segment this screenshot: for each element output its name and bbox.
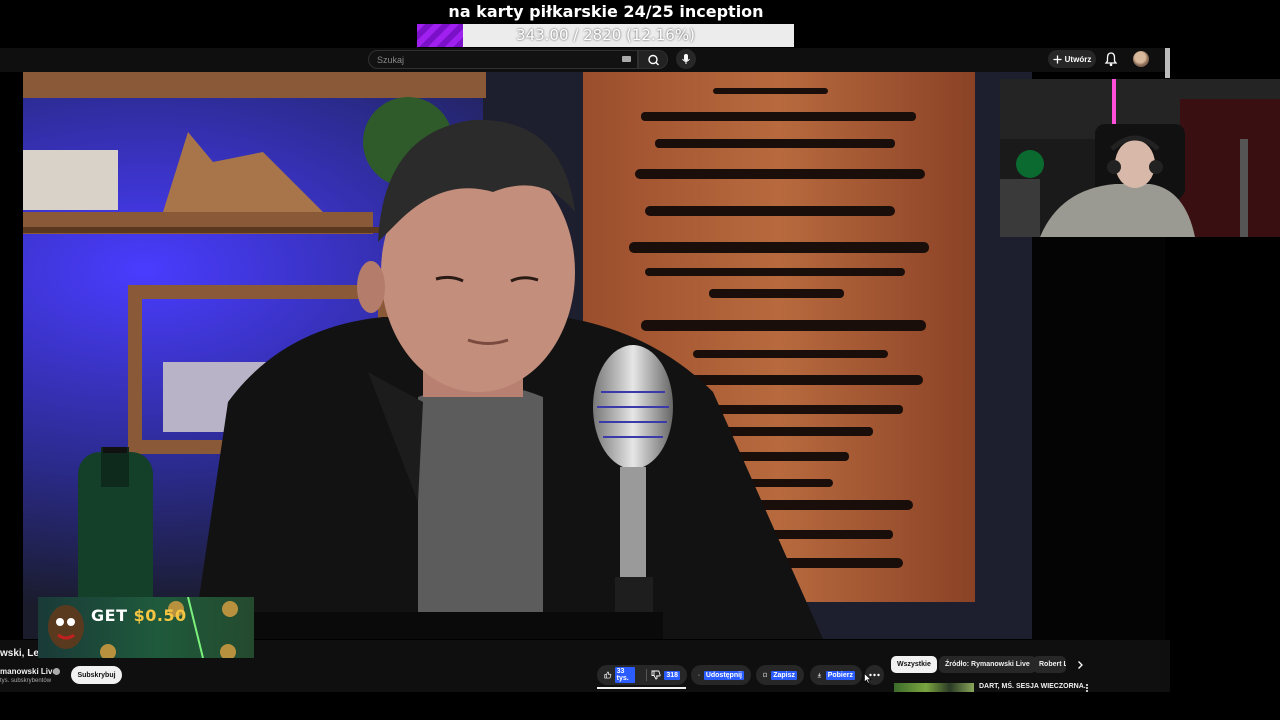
webcam-overlay [1000,79,1280,237]
thumbs-up-icon [604,671,612,679]
dislike-button[interactable]: 318 [651,670,680,680]
search-box[interactable] [368,50,638,69]
channel-name[interactable]: manowski Live [0,667,57,676]
video-player[interactable] [23,72,1032,639]
sidebar-dark-area [1032,237,1165,640]
download-icon [817,672,822,678]
webcam-image [1000,79,1280,237]
verified-badge-icon [53,668,60,675]
bookmark-icon [763,672,767,678]
recommendation-title[interactable]: DART, MŚ. SESJA WIECZORNA. [979,683,1086,690]
chevron-right-icon[interactable] [1074,659,1086,671]
search-input[interactable] [377,54,607,66]
promo-banner: GET $0.50 [38,597,254,658]
search-icon [648,54,659,66]
chip-source[interactable]: Źródło: Rymanowski Live [939,656,1036,673]
download-label: Pobierz [825,670,855,680]
promo-get: GET [91,606,128,625]
dislike-count: 318 [664,670,680,680]
download-button[interactable]: Pobierz [810,665,862,685]
scrollbar[interactable] [1165,48,1170,78]
youtube-topbar [0,48,1170,72]
share-icon [698,674,700,676]
thumbs-down-icon [651,670,661,680]
goal-progress-text: 343.00 / 2820 (12.16%) [516,26,695,44]
chip-all[interactable]: Wszystkie [891,656,937,673]
account-avatar[interactable] [1133,51,1149,67]
share-button[interactable]: Udostępnij [691,665,751,685]
share-label: Udostępnij [703,670,744,680]
like-dislike-group: 33 tys. 318 [597,665,687,685]
like-divider [646,669,647,681]
create-label: Utwórz [1064,54,1092,64]
save-button[interactable]: Zapisz [756,665,804,685]
letterbox-bottom [0,692,1280,720]
promo-text: GET $0.50 [91,606,187,625]
create-button[interactable]: Utwórz [1048,50,1096,68]
plus-icon [1053,55,1062,63]
keyboard-icon[interactable] [622,56,631,62]
like-button[interactable]: 33 tys. [604,667,636,683]
goal-progress-bar: 343.00 / 2820 (12.16%) [417,24,794,47]
video-frame [23,72,1032,639]
chip-person[interactable]: Robert L [1033,656,1066,673]
subscribe-button[interactable]: Subskrybuj [71,666,122,684]
like-underline [597,687,686,689]
voice-search-button[interactable] [676,49,696,69]
subscriber-count: tys. subskrybentów [0,678,52,684]
promo-amount: $0.50 [133,606,187,625]
notifications-bell-icon[interactable] [1104,51,1118,67]
goal-title: na karty piłkarskie 24/25 inception [448,2,764,21]
microphone-icon [682,54,690,64]
search-button[interactable] [638,50,668,69]
like-count: 33 tys. [614,667,636,683]
mouse-cursor-icon [864,673,872,684]
save-label: Zapisz [771,670,797,680]
